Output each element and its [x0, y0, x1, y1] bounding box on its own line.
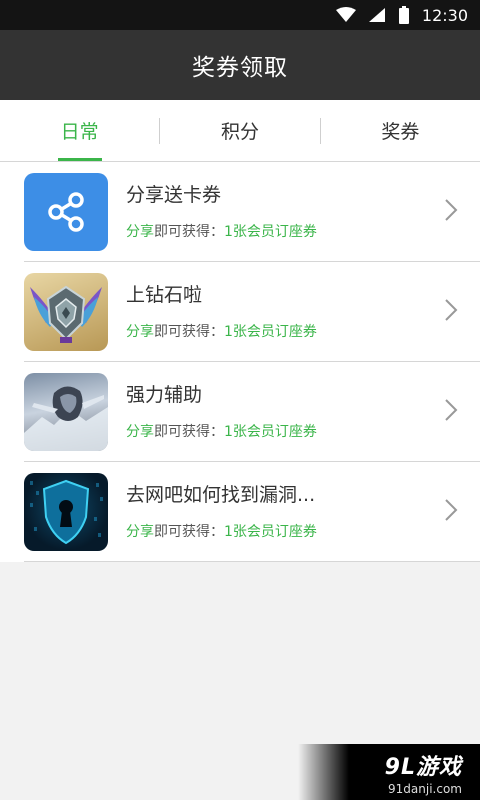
item-reward: 分享即可获得：1张会员订座券 [126, 323, 317, 340]
chevron-right-icon [444, 298, 458, 326]
clock-time: 12:30 [421, 5, 468, 25]
list-item[interactable]: 分享送卡券 分享即可获得：1张会员订座券 [24, 162, 480, 262]
item-title: 分享送卡券 [126, 183, 222, 206]
page-title-bar: 奖券领取 [0, 30, 480, 100]
wifi-icon [335, 7, 356, 23]
warrior-image [24, 372, 108, 451]
task-list: 分享送卡券 分享即可获得：1张会员订座券 上钻石啦 分享即可获得：1张会员订座券 [0, 162, 480, 562]
tab-points[interactable]: 积分 [160, 100, 319, 161]
status-bar: 12:30 [0, 0, 480, 30]
tab-points-label: 积分 [220, 121, 259, 143]
item-title: 强力辅助 [126, 383, 203, 406]
list-item[interactable]: 强力辅助 分享即可获得：1张会员订座券 [24, 362, 480, 462]
watermark-brand: 9L游戏 [384, 754, 462, 780]
tab-vouchers[interactable]: 奖券 [321, 100, 480, 161]
tab-daily[interactable]: 日常 [0, 100, 159, 161]
tab-daily-label: 日常 [60, 121, 99, 143]
item-reward: 分享即可获得：1张会员订座券 [126, 523, 317, 540]
diamond-badge-image [24, 272, 108, 351]
list-item[interactable]: 去网吧如何找到漏洞... 分享即可获得：1张会员订座券 [24, 462, 480, 562]
chevron-right-icon [444, 498, 458, 526]
item-title: 去网吧如何找到漏洞... [126, 483, 316, 506]
share-icon [24, 172, 108, 251]
page-title: 奖券领取 [192, 55, 288, 81]
tab-vouchers-label: 奖券 [381, 121, 420, 143]
battery-icon [398, 6, 410, 24]
item-reward: 分享即可获得：1张会员订座券 [126, 423, 317, 440]
item-title: 上钻石啦 [126, 283, 203, 306]
item-reward: 分享即可获得：1张会员订座券 [126, 223, 317, 240]
chevron-right-icon [444, 198, 458, 226]
list-item[interactable]: 上钻石啦 分享即可获得：1张会员订座券 [24, 262, 480, 362]
tab-bar: 日常 积分 奖券 [0, 100, 480, 162]
watermark-logo: 9L游戏 91danji.com [298, 744, 480, 800]
security-shield-image [24, 472, 108, 551]
chevron-right-icon [444, 398, 458, 426]
watermark-site: 91danji.com [388, 781, 462, 796]
signal-icon [368, 7, 386, 23]
